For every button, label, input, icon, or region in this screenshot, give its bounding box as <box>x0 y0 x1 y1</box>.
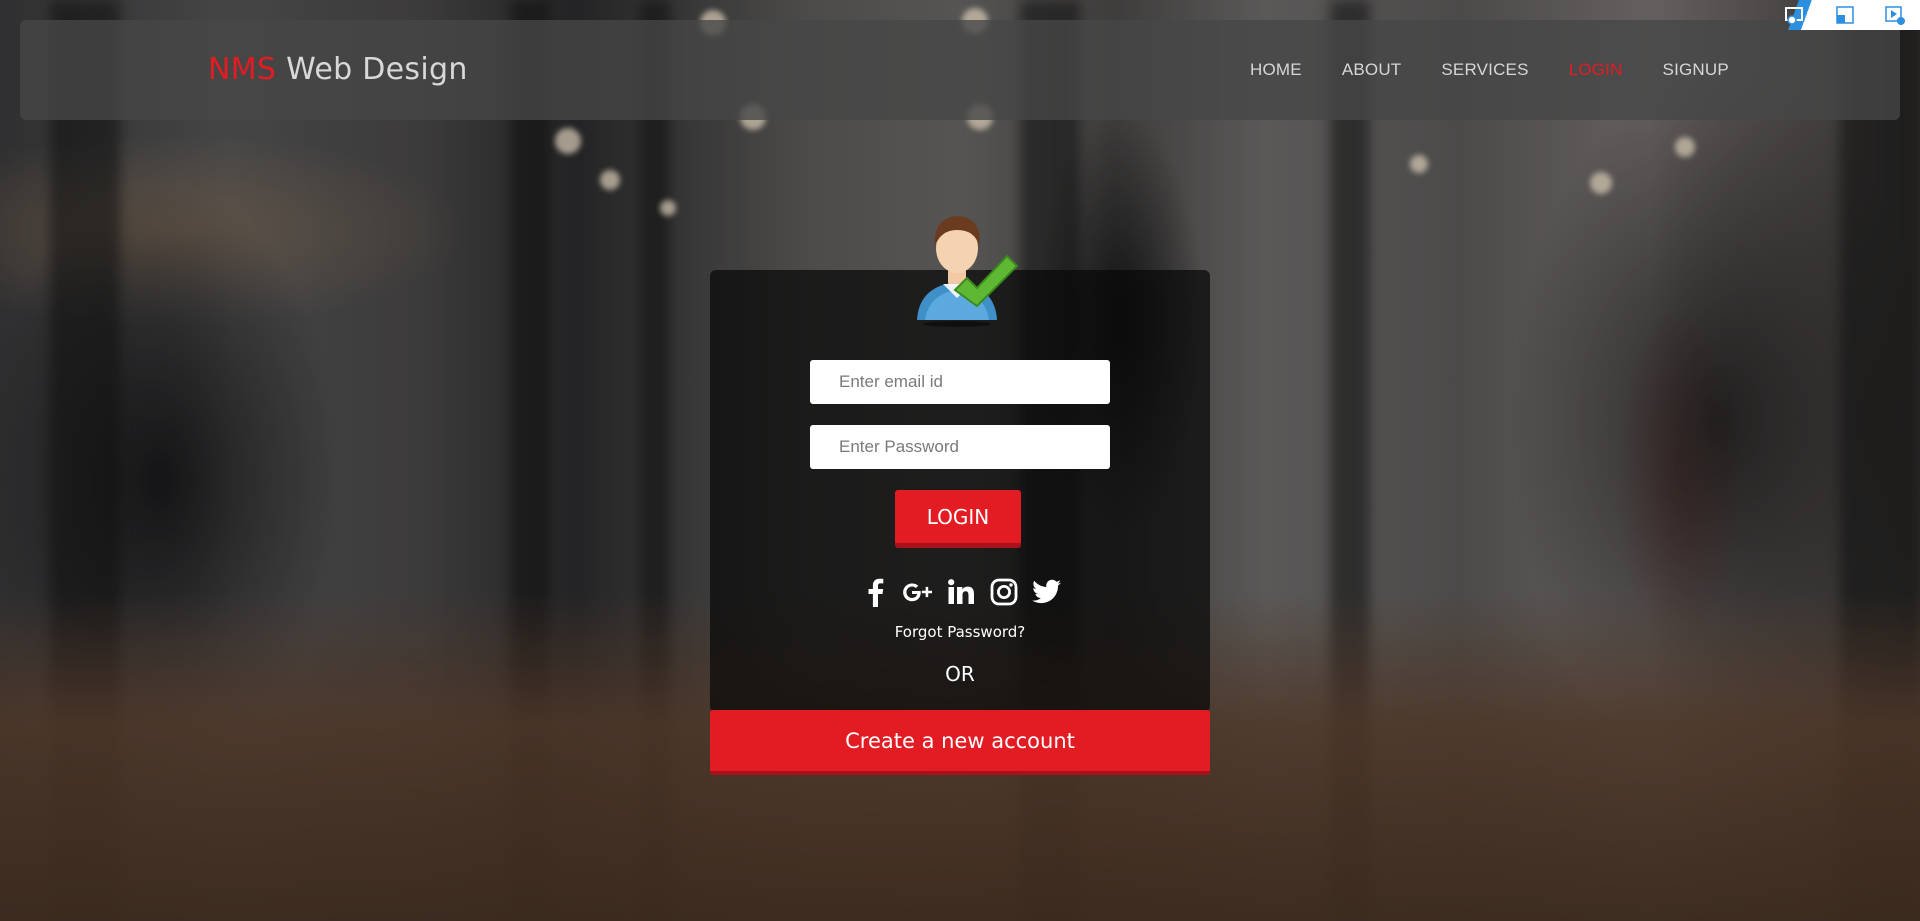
login-button[interactable]: LOGIN <box>895 490 1021 548</box>
linkedin-icon[interactable] <box>944 575 978 609</box>
create-account-button[interactable]: Create a new account <box>710 710 1210 775</box>
navbar: NMS Web Design HOME ABOUT SERVICES LOGIN… <box>20 20 1900 120</box>
google-plus-icon[interactable] <box>901 575 935 609</box>
nav-links: HOME ABOUT SERVICES LOGIN SIGNUP <box>1250 60 1769 80</box>
nav-link-services[interactable]: SERVICES <box>1441 60 1528 80</box>
forgot-password-link[interactable]: Forgot Password? <box>710 623 1210 641</box>
brand-logo[interactable]: NMS Web Design <box>208 52 468 87</box>
brand-accent-text: NMS <box>208 52 277 87</box>
twitter-icon[interactable] <box>1030 575 1064 609</box>
window-restore-icon[interactable] <box>1834 4 1856 26</box>
or-divider: OR <box>945 662 975 686</box>
password-input[interactable] <box>810 425 1110 469</box>
facebook-icon[interactable] <box>858 575 892 609</box>
nav-link-signup[interactable]: SIGNUP <box>1663 60 1729 80</box>
screen-capture-icon[interactable] <box>1784 4 1806 26</box>
system-toolbar <box>1770 0 1920 30</box>
social-links <box>858 575 1064 609</box>
email-input[interactable] <box>810 360 1110 404</box>
page: NMS Web Design HOME ABOUT SERVICES LOGIN… <box>0 0 1920 921</box>
nav-link-about[interactable]: ABOUT <box>1342 60 1402 80</box>
nav-link-login[interactable]: LOGIN <box>1569 60 1623 80</box>
brand-text: Web Design <box>276 52 468 87</box>
user-check-icon <box>905 208 1020 328</box>
video-record-icon[interactable] <box>1884 4 1906 26</box>
instagram-icon[interactable] <box>987 575 1021 609</box>
nav-link-home[interactable]: HOME <box>1250 60 1302 80</box>
